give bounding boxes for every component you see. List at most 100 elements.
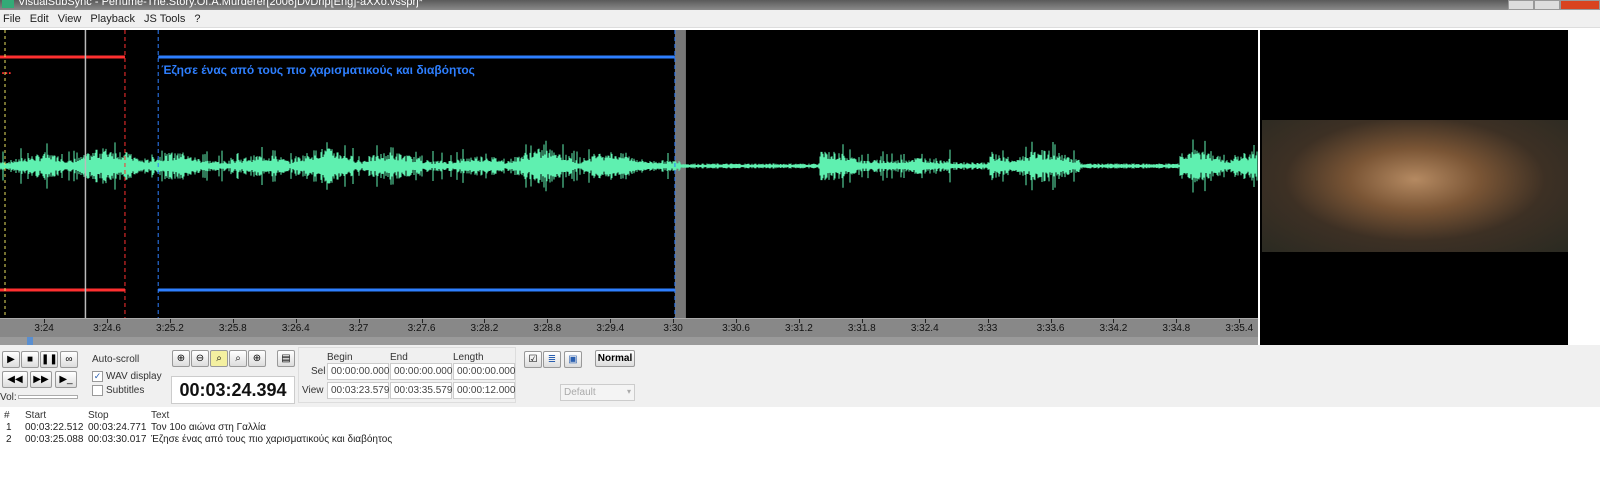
window-title: VisualSubSync - Perfume-The.Story.Of.A.M… <box>18 0 423 8</box>
row-stop: 00:03:30.017 <box>88 434 147 445</box>
region-marker <box>674 30 686 318</box>
ruler-label: 3:30 <box>663 323 683 334</box>
pause-button[interactable]: ❚❚ <box>40 351 58 368</box>
volume-slider[interactable] <box>18 395 78 399</box>
subtitles-checkbox[interactable] <box>92 385 103 396</box>
waveform-svg: Τον 10ο αιώνα στη ... Έζησε ένας από τους… <box>0 30 1258 318</box>
sel-end-field: 00:00:00.000 <box>390 363 452 380</box>
ruler-label: 3:27 <box>348 323 369 334</box>
menu-playback[interactable]: Playback <box>90 10 140 27</box>
scrollbar-thumb[interactable] <box>27 337 33 345</box>
sel-label: Sel <box>311 366 326 377</box>
menu-js-tools[interactable]: JS Tools <box>144 10 190 27</box>
ruler-label: 3:33 <box>977 323 998 334</box>
ruler-label: 3:30.6 <box>722 323 750 334</box>
row-text: Τον 10ο αιώνα στη Γαλλία <box>151 422 266 433</box>
subtitles-label: Subtitles <box>106 385 145 396</box>
begin-header: Begin <box>327 352 353 363</box>
ruler-label: 3:35.4 <box>1225 323 1254 334</box>
ruler-label: 3:25.8 <box>218 323 247 334</box>
ruler-label: 3:32.4 <box>910 323 939 334</box>
text-list-icon[interactable]: ≣ <box>543 351 561 368</box>
ruler-label: 3:28.8 <box>533 323 562 334</box>
video-frame <box>1262 120 1568 252</box>
window-icon[interactable]: ▣ <box>564 351 582 368</box>
zoom-all-icon[interactable]: ⌕ <box>229 350 247 367</box>
length-header: Length <box>453 352 484 363</box>
wav-display-checkbox[interactable]: ✓ <box>92 371 103 382</box>
ruler-label: 3:24 <box>34 323 54 334</box>
subtitle-list[interactable]: # Start Stop Text 1 00:03:22.512 00:03:2… <box>0 407 1600 496</box>
title-bar: VisualSubSync - Perfume-The.Story.Of.A.M… <box>0 0 1600 10</box>
subtitle-label: Έζησε ένας από τους πιο χαρισματικούς κα… <box>161 63 475 77</box>
table-row[interactable]: 1 00:03:22.512 00:03:24.771 Τον 10ο αιών… <box>0 422 1600 434</box>
ruler-label: 3:24.6 <box>93 323 121 334</box>
play-button[interactable]: ▶ <box>2 351 20 368</box>
row-stop: 00:03:24.771 <box>88 422 147 433</box>
row-start: 00:03:22.512 <box>25 422 84 433</box>
wav-display-label: WAV display <box>106 371 162 382</box>
play-to-end-button[interactable]: ▶_ <box>55 371 77 388</box>
menu-bar: File Edit View Playback JS Tools ? <box>0 10 1600 28</box>
view-end-field: 00:03:35.579 <box>390 382 452 399</box>
zoom-in-icon[interactable]: ⊕ <box>172 350 190 367</box>
check-errors-icon[interactable]: ☑ <box>524 351 542 368</box>
style-select-value: Default <box>564 387 596 398</box>
ruler-label: 3:26.4 <box>281 323 310 334</box>
row-text: Έζησε ένας από τους πιο χαρισματικούς κα… <box>151 434 393 445</box>
ruler-label: 3:28.2 <box>470 323 499 334</box>
waveform-display[interactable]: Τον 10ο αιώνα στη ... Έζησε ένας από τους… <box>0 30 1258 318</box>
auto-scroll-label: Auto-scroll <box>92 354 140 365</box>
right-margin <box>1568 30 1600 345</box>
detach-video-icon[interactable]: ▤ <box>277 350 295 367</box>
ruler-label: 3:31.2 <box>785 323 813 334</box>
ruler-label: 3:34.8 <box>1162 323 1191 334</box>
end-header: End <box>390 352 408 363</box>
ruler-label: 3:25.2 <box>156 323 184 334</box>
ruler-label: 3:33.6 <box>1036 323 1065 334</box>
zoom-out-icon[interactable]: ⊖ <box>191 350 209 367</box>
row-start: 00:03:25.088 <box>25 434 84 445</box>
fast-forward-button[interactable]: ▶▶ <box>30 371 52 388</box>
waveform-scrollbar[interactable] <box>0 337 1258 345</box>
zoom-vertical-icon[interactable]: ⊕ <box>248 350 266 367</box>
volume-label: Vol: <box>0 392 17 403</box>
view-begin-field: 00:03:23.579 <box>327 382 389 399</box>
view-length-field: 00:00:12.000 <box>453 382 515 399</box>
col-number[interactable]: # <box>4 410 10 421</box>
col-stop[interactable]: Stop <box>88 410 109 421</box>
app-icon <box>2 0 14 8</box>
waveform-path <box>0 139 1258 193</box>
view-label: View <box>302 385 324 396</box>
ruler-label: 3:31.8 <box>847 323 876 334</box>
col-text[interactable]: Text <box>151 410 169 421</box>
row-number: 1 <box>6 422 12 433</box>
stop-button[interactable]: ■ <box>21 351 39 368</box>
controls-panel: ▶ ■ ❚❚ ∞ ◀◀ ▶▶ ▶_ Vol: Auto-scroll ✓ WAV… <box>0 345 1600 407</box>
chevron-down-icon: ▾ <box>626 387 631 396</box>
col-start[interactable]: Start <box>25 410 46 421</box>
row-number: 2 <box>6 434 12 445</box>
menu-help[interactable]: ? <box>194 10 205 27</box>
ruler-label: 3:29.4 <box>596 323 625 334</box>
ruler-label: 3:34.2 <box>1099 323 1128 334</box>
rewind-button[interactable]: ◀◀ <box>2 371 28 388</box>
menu-edit[interactable]: Edit <box>30 10 54 27</box>
current-time-display: 00:03:24.394 <box>171 376 295 404</box>
menu-view[interactable]: View <box>58 10 87 27</box>
close-button[interactable] <box>1560 0 1600 10</box>
video-preview <box>1260 30 1568 345</box>
sel-length-field: 00:00:00.000 <box>453 363 515 380</box>
zoom-selection-icon[interactable]: ⌕ <box>210 350 228 367</box>
mode-normal-button[interactable]: Normal <box>595 350 635 367</box>
maximize-button[interactable] <box>1534 0 1560 10</box>
ruler-label: 3:27.6 <box>407 323 436 334</box>
minimize-button[interactable] <box>1508 0 1534 10</box>
style-select[interactable]: Default ▾ <box>560 384 635 401</box>
time-ruler[interactable]: 3:24 3:24.6 3:25.2 3:25.8 3:26.4 3:27 3:27.6 3:… <box>0 318 1258 337</box>
menu-file[interactable]: File <box>3 10 26 27</box>
table-row[interactable]: 2 00:03:25.088 00:03:30.017 Έζησε ένας α… <box>0 434 1600 446</box>
subtitle-label: Τον 10ο αιώνα στη ... <box>0 63 11 77</box>
sel-begin-field: 00:00:00.000 <box>327 363 389 380</box>
loop-button[interactable]: ∞ <box>60 351 78 368</box>
